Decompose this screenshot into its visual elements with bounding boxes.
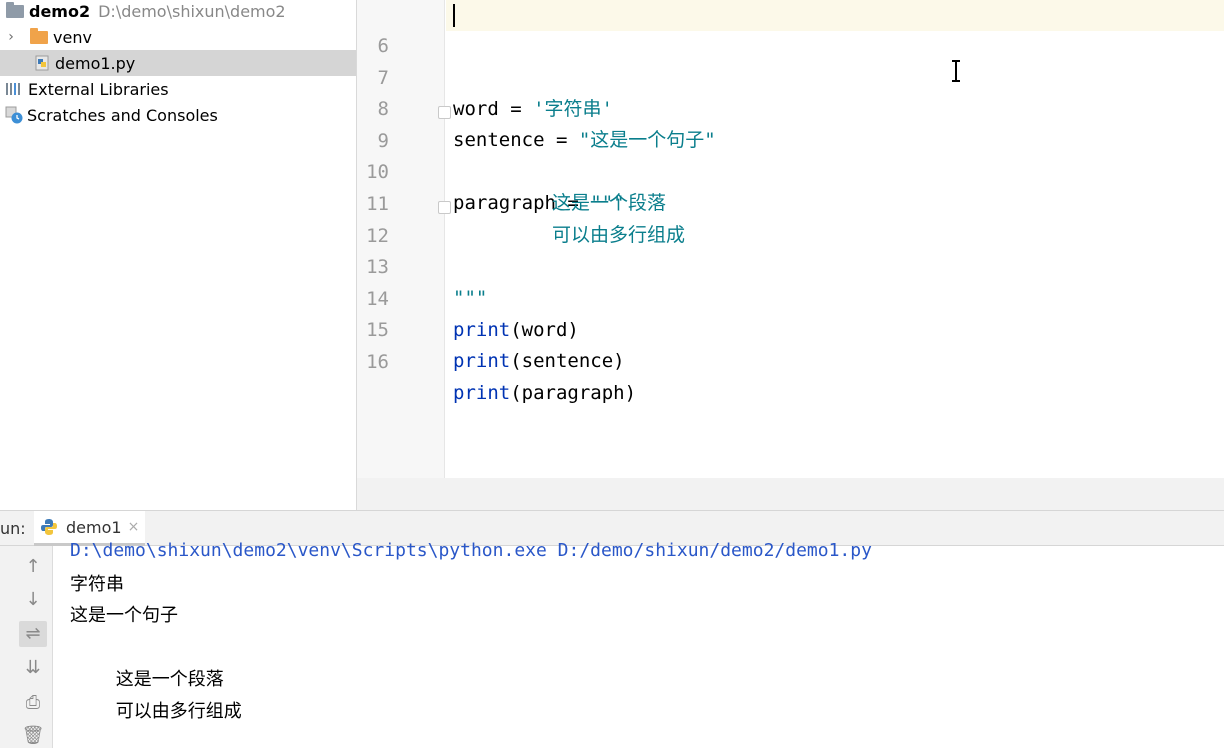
tree-item-scratches[interactable]: Scratches and Consoles: [0, 102, 356, 128]
mouse-ibeam-cursor-icon: [952, 60, 960, 82]
code-line[interactable]: 11 可以由多行组成: [357, 158, 1224, 246]
run-tab-label: demo1: [66, 517, 122, 537]
text-cursor: [453, 4, 455, 27]
code-line[interactable]: 10 这是一个段落: [357, 126, 1224, 214]
fold-marker-icon[interactable]: [438, 201, 451, 214]
code-line[interactable]: 9 paragraph = """: [357, 95, 1224, 214]
tree-item-label: External Libraries: [28, 79, 169, 99]
console-output-line: 字符串: [70, 574, 124, 595]
code-text: print(sentence): [453, 346, 625, 377]
tree-root-demo2[interactable]: demo2 D:\demo\shixun\demo2: [0, 0, 356, 24]
keyword-print: print: [453, 350, 511, 372]
tree-item-external-libraries[interactable]: External Libraries: [0, 76, 356, 102]
console-output-line: 可以由多行组成: [70, 701, 242, 722]
library-icon: [6, 83, 20, 95]
keyword-print: print: [453, 382, 511, 404]
run-toolbar-left-strip: [0, 546, 15, 748]
root-name: demo2: [29, 1, 91, 21]
scroll-up-icon[interactable]: ↑: [19, 554, 47, 580]
scratches-icon: [5, 106, 23, 124]
python-file-icon: [35, 55, 49, 71]
tree-item-demo1-py[interactable]: demo1.py: [0, 50, 356, 76]
run-toolbar: ↑ ↓ ⇌ ⇊ ⎙ 🗑: [14, 546, 53, 748]
code-line[interactable]: 14 print(word): [357, 253, 1224, 341]
scroll-to-end-icon[interactable]: ⇊: [19, 655, 47, 681]
call-args: (sentence): [510, 350, 625, 372]
scroll-down-icon[interactable]: ↓: [19, 587, 47, 613]
tree-item-label: Scratches and Consoles: [27, 105, 218, 125]
code-line[interactable]: 12 """: [357, 190, 1224, 309]
code-line[interactable]: 16 print(paragraph): [357, 316, 1224, 404]
run-label: un:: [0, 519, 26, 538]
run-console-output[interactable]: D:\demo\shixun\demo2\venv\Scripts\python…: [53, 540, 1224, 748]
code-editor[interactable]: 6 7 word = '字符串' 8 sentence = "这是一个句子" 9…: [357, 0, 1224, 510]
close-icon[interactable]: ×: [128, 519, 140, 535]
console-command-line: D:\demo\shixun\demo2\venv\Scripts\python…: [70, 540, 872, 561]
project-tree-panel: demo2 D:\demo\shixun\demo2 › venv demo1.…: [0, 0, 357, 510]
code-line[interactable]: 7 word = '字符串': [357, 32, 1224, 120]
print-icon[interactable]: ⎙: [19, 690, 47, 716]
console-output-line: 这是一个段落: [70, 669, 224, 690]
folder-icon: [30, 27, 48, 44]
trash-icon[interactable]: 🗑: [19, 723, 47, 749]
console-output-line: 这是一个句子: [70, 605, 178, 626]
editor-empty-area: [357, 478, 1224, 510]
tree-item-label: demo1.py: [55, 53, 136, 73]
root-path: D:\demo\shixun\demo2: [98, 1, 286, 21]
code-line[interactable]: 6: [357, 0, 1224, 57]
tree-item-venv[interactable]: › venv: [0, 24, 356, 50]
line-number: 16: [366, 351, 389, 373]
folder-icon: [6, 1, 24, 18]
code-line[interactable]: 13: [357, 221, 1224, 278]
code-line[interactable]: 15 print(sentence): [357, 284, 1224, 372]
code-line[interactable]: 8 sentence = "这是一个句子": [357, 63, 1224, 151]
python-icon: [41, 519, 57, 535]
tree-item-label: venv: [53, 27, 92, 47]
code-text: print(paragraph): [453, 378, 636, 409]
call-args: (paragraph): [510, 382, 637, 404]
soft-wrap-icon[interactable]: ⇌: [19, 621, 47, 647]
chevron-right-icon[interactable]: ›: [4, 29, 18, 45]
fold-marker-icon[interactable]: [438, 106, 451, 119]
